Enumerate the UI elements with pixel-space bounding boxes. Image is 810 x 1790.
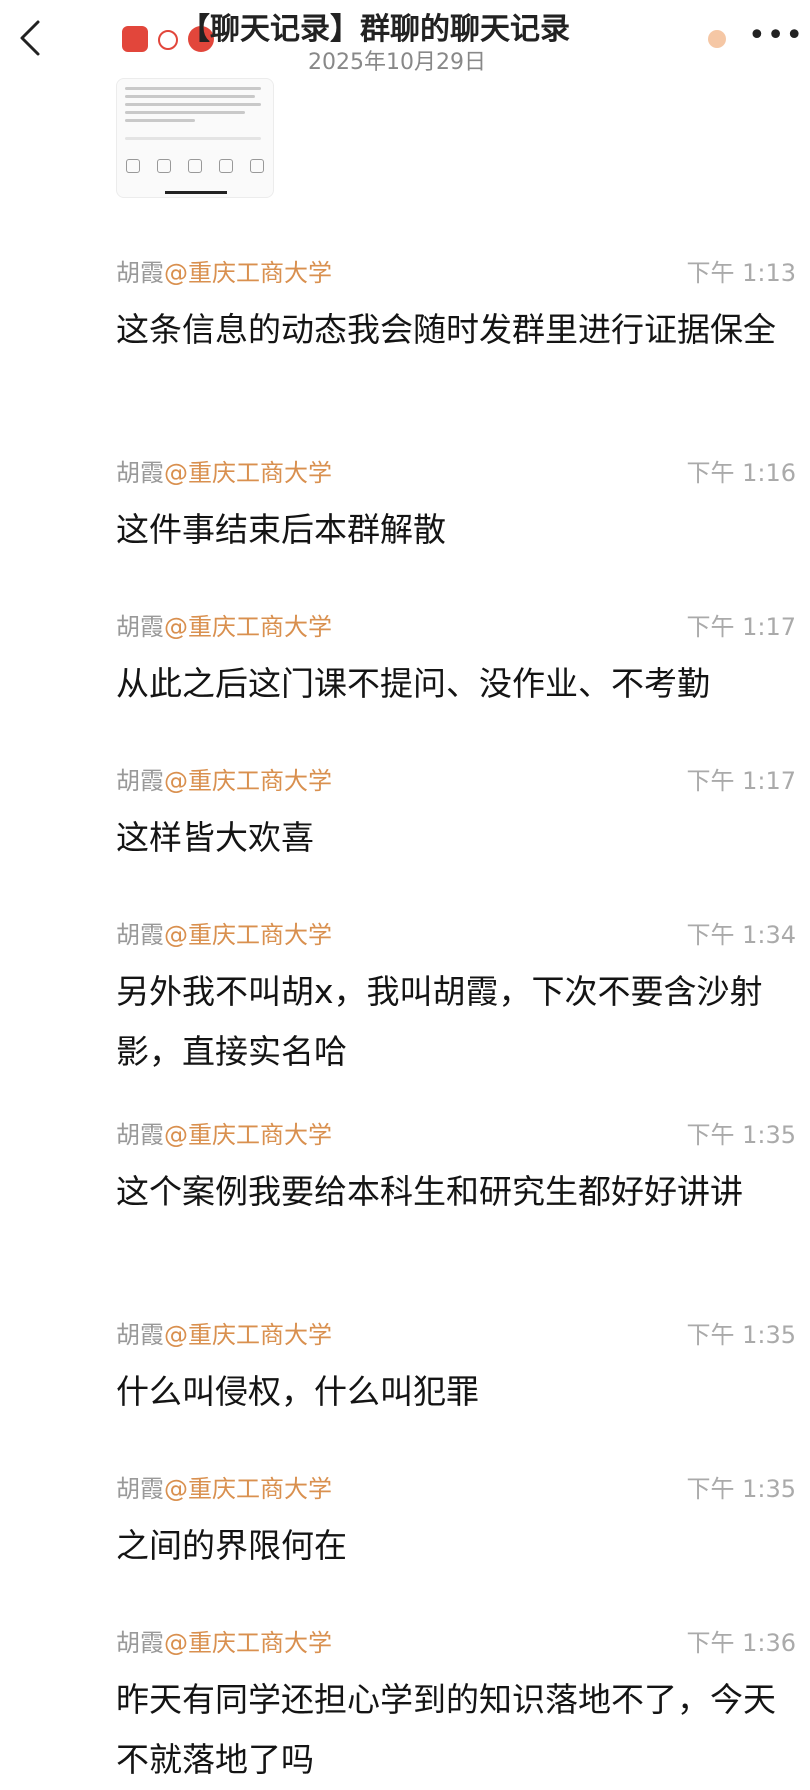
message-text: 从此之后这门课不提问、没作业、不考勤: [116, 664, 710, 703]
sender-org: @重庆工商大学: [164, 613, 332, 641]
sender-org: @重庆工商大学: [164, 259, 332, 287]
page-title: 【聊天记录】群聊的聊天记录: [180, 12, 570, 47]
chat-message: 胡霞@重庆工商大学 下午 1:17 从此之后这门课不提问、没作业、不考勤: [116, 612, 796, 714]
message-text: 昨天有同学还担心学到的知识落地不了，今天不就落地了吗: [116, 1680, 776, 1779]
back-button[interactable]: [10, 16, 50, 60]
message-time: 下午 1:35: [686, 1475, 796, 1503]
preview-line: [125, 111, 245, 114]
sender-name: 胡霞: [116, 259, 164, 287]
sender-org: @重庆工商大学: [164, 767, 332, 795]
preview-line: [125, 137, 261, 140]
comment-icon: [156, 159, 171, 173]
sender-org: @重庆工商大学: [164, 921, 332, 949]
app-icon: [122, 26, 148, 52]
message-time: 下午 1:35: [686, 1321, 796, 1349]
preview-line: [125, 103, 261, 106]
status-dot: [708, 30, 726, 48]
sender-org: @重庆工商大学: [164, 1629, 332, 1657]
sender-org: @重庆工商大学: [164, 1321, 332, 1349]
chat-message: 胡霞@重庆工商大学 下午 1:13 这条信息的动态我会随时发群里进行证据保全: [116, 258, 796, 360]
message-text: 什么叫侵权，什么叫犯罪: [116, 1372, 479, 1411]
sender-org: @重庆工商大学: [164, 1121, 332, 1149]
chat-message: 胡霞@重庆工商大学 下午 1:17 这样皆大欢喜: [116, 766, 796, 868]
more-button[interactable]: •••: [748, 18, 804, 53]
message-text: 这件事结束后本群解散: [116, 510, 446, 549]
preview-actions: [117, 159, 273, 173]
preview-line: [125, 119, 195, 122]
share-icon: [125, 159, 140, 173]
message-text: 这个案例我要给本科生和研究生都好好讲讲: [116, 1172, 743, 1211]
message-time: 下午 1:35: [686, 1121, 796, 1149]
preview-line: [125, 87, 261, 90]
top-bar: 【聊天记录】群聊的聊天记录 2025年10月29日 •••: [0, 0, 810, 80]
sender-name: 胡霞: [116, 767, 164, 795]
message-time: 下午 1:34: [686, 921, 796, 949]
sender-name: 胡霞: [116, 613, 164, 641]
chat-message: 胡霞@重庆工商大学 下午 1:35 之间的界限何在: [116, 1474, 796, 1576]
message-text: 这条信息的动态我会随时发群里进行证据保全: [116, 310, 776, 349]
sender-org: @重庆工商大学: [164, 459, 332, 487]
message-text: 这样皆大欢喜: [116, 818, 314, 857]
pin-icon: [158, 30, 178, 50]
sender-name: 胡霞: [116, 1321, 164, 1349]
chat-message: 胡霞@重庆工商大学 下午 1:35 这个案例我要给本科生和研究生都好好讲讲: [116, 1120, 796, 1222]
user-icon: [250, 159, 265, 173]
chat-message: 胡霞@重庆工商大学 下午 1:35 什么叫侵权，什么叫犯罪: [116, 1320, 796, 1422]
message-time: 下午 1:17: [686, 767, 796, 795]
message-time: 下午 1:13: [686, 259, 796, 287]
sender-name: 胡霞: [116, 1475, 164, 1503]
more-dots-icon: •••: [748, 18, 805, 53]
chat-message: 胡霞@重庆工商大学 下午 1:36 昨天有同学还担心学到的知识落地不了，今天不就…: [116, 1628, 796, 1790]
message-time: 下午 1:16: [686, 459, 796, 487]
chat-date: 2025年10月29日: [308, 50, 486, 75]
message-text: 另外我不叫胡x，我叫胡霞，下次不要含沙射影，直接实名哈: [116, 972, 763, 1071]
preview-indicator: [165, 191, 227, 194]
message-time: 下午 1:17: [686, 613, 796, 641]
bell-icon: [187, 159, 202, 173]
chat-message: 胡霞@重庆工商大学 下午 1:34 另外我不叫胡x，我叫胡霞，下次不要含沙射影，…: [116, 920, 796, 1082]
clock-icon: [219, 159, 234, 173]
shared-post-preview[interactable]: [116, 78, 274, 198]
message-text: 之间的界限何在: [116, 1526, 347, 1565]
preview-line: [125, 95, 255, 98]
sender-name: 胡霞: [116, 921, 164, 949]
chat-message: 胡霞@重庆工商大学 下午 1:16 这件事结束后本群解散: [116, 458, 796, 560]
sender-name: 胡霞: [116, 1629, 164, 1657]
sender-name: 胡霞: [116, 1121, 164, 1149]
sender-name: 胡霞: [116, 459, 164, 487]
chevron-left-icon: [20, 20, 40, 56]
message-time: 下午 1:36: [686, 1629, 796, 1657]
sender-org: @重庆工商大学: [164, 1475, 332, 1503]
